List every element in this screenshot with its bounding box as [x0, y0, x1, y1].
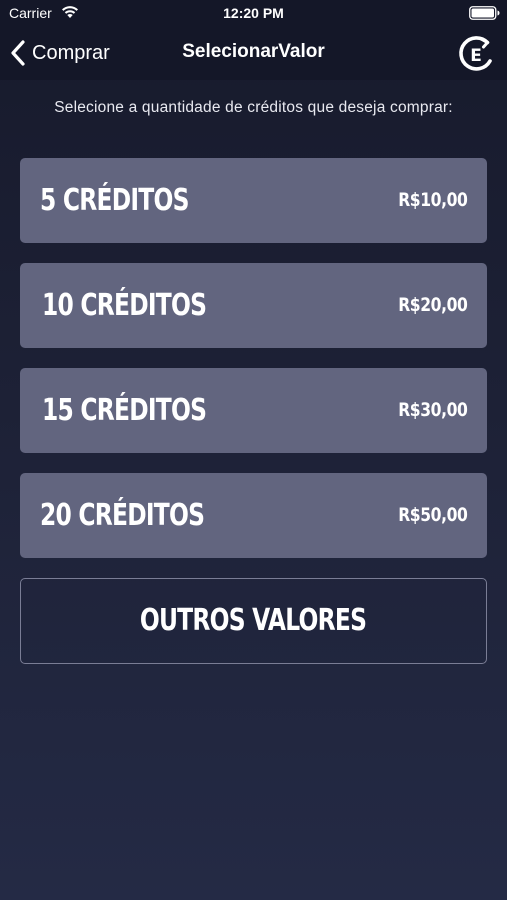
option-price: R$20,00: [397, 294, 468, 316]
battery-icon: [469, 6, 500, 20]
option-price: R$50,00: [397, 504, 468, 526]
option-15-credits-button[interactable]: 15 CRÉDITOS R$30,00: [20, 368, 487, 453]
option-label: 10 CRÉDITOS: [42, 288, 207, 323]
navigation-bar: Comprar SelecionarValor E: [0, 28, 507, 80]
option-10-credits-button[interactable]: 10 CRÉDITOS R$20,00: [20, 263, 487, 348]
option-price: R$10,00: [397, 189, 468, 211]
purchase-screen: Carrier 12:20 PM Comprar SelecionarValor…: [0, 0, 507, 900]
page-title: SelecionarValor: [182, 41, 325, 62]
option-label: 20 CRÉDITOS: [40, 498, 205, 533]
e-logo-icon[interactable]: E: [457, 35, 495, 73]
option-5-credits-button[interactable]: 5 CRÉDITOS R$10,00: [20, 158, 487, 243]
status-bar: Carrier 12:20 PM: [0, 0, 507, 28]
svg-text:E: E: [470, 46, 482, 66]
other-values-label: OUTROS VALORES: [139, 603, 367, 638]
other-values-button[interactable]: OUTROS VALORES: [20, 578, 487, 664]
instruction-text: Selecione a quantidade de créditos que d…: [54, 99, 453, 116]
option-label: 5 CRÉDITOS: [40, 183, 189, 218]
option-20-credits-button[interactable]: 20 CRÉDITOS R$50,00: [20, 473, 487, 558]
option-price: R$30,00: [397, 399, 468, 421]
option-label: 15 CRÉDITOS: [42, 393, 207, 428]
status-time: 12:20 PM: [223, 5, 284, 21]
